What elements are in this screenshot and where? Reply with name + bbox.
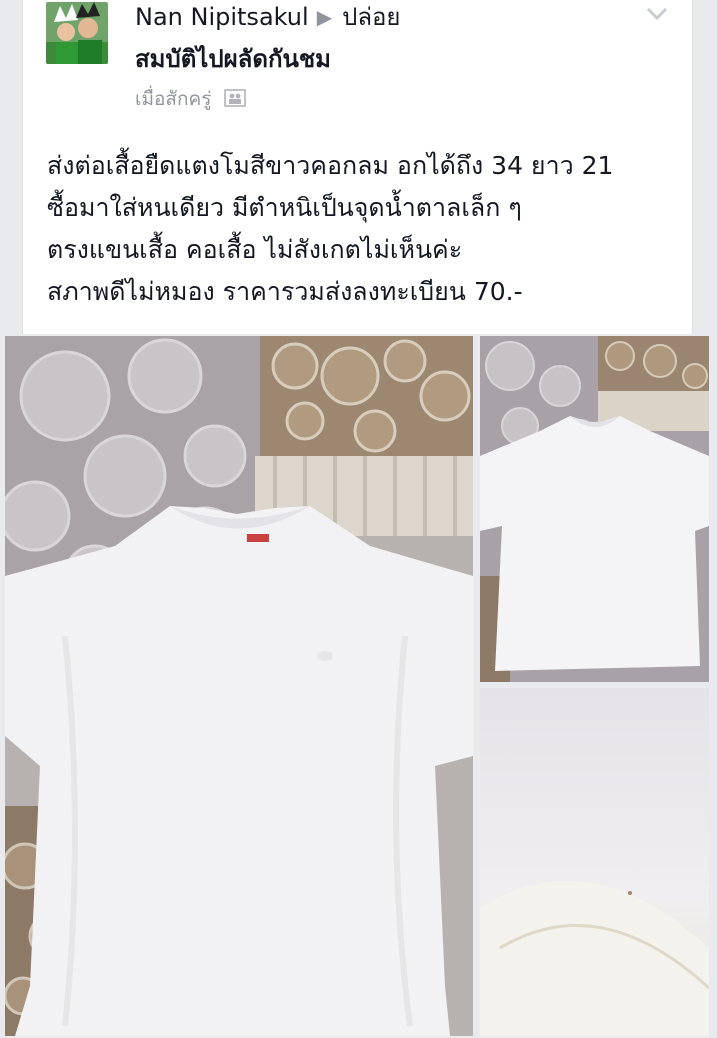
- group-name[interactable]: ปล่อย: [342, 3, 400, 31]
- post-text-line: ส่งต่อเสื้อยืดแตงโมสีขาวคอกลม อกได้ถึง 3…: [47, 151, 614, 180]
- avatar[interactable]: [46, 2, 108, 64]
- post-text-line: ซื้อมาใส่หนเดียว มีตำหนิเป็นจุดน้ำตาลเล็…: [47, 193, 522, 222]
- right-triangle-icon: ▶: [316, 5, 333, 29]
- post-text-line: ตรงแขนเสื้อ คอเสื้อ ไม่สังเกตไม่เห็นค่ะ: [47, 235, 463, 264]
- post-card: Nan Nipitsakul ▶ ปล่อย สมบัติไปผลัดกันชม เ…: [22, 0, 693, 334]
- photo-shirt-front[interactable]: [5, 336, 473, 1036]
- post-text-line: สภาพดีไม่หมอง ราคารวมส่งลงทะเบียน 70.-: [47, 277, 523, 306]
- photo-shirt-closeup[interactable]: [480, 688, 709, 1036]
- post-header: Nan Nipitsakul ▶ ปล่อย สมบัติไปผลัดกันชม: [135, 0, 635, 76]
- post-meta: เมื่อสักครู่: [135, 84, 246, 114]
- chevron-down-icon[interactable]: [646, 6, 668, 21]
- group-name-line2[interactable]: สมบัติไปผลัดกันชม: [135, 42, 635, 76]
- author-line: Nan Nipitsakul ▶ ปล่อย: [135, 0, 635, 34]
- friends-icon[interactable]: [223, 89, 246, 112]
- post-time[interactable]: เมื่อสักครู่: [135, 88, 211, 110]
- photo-shirt-full[interactable]: [480, 336, 709, 682]
- post-body: ส่งต่อเสื้อยืดแตงโมสีขาวคอกลม อกได้ถึง 3…: [47, 145, 687, 313]
- author-name[interactable]: Nan Nipitsakul: [135, 3, 309, 31]
